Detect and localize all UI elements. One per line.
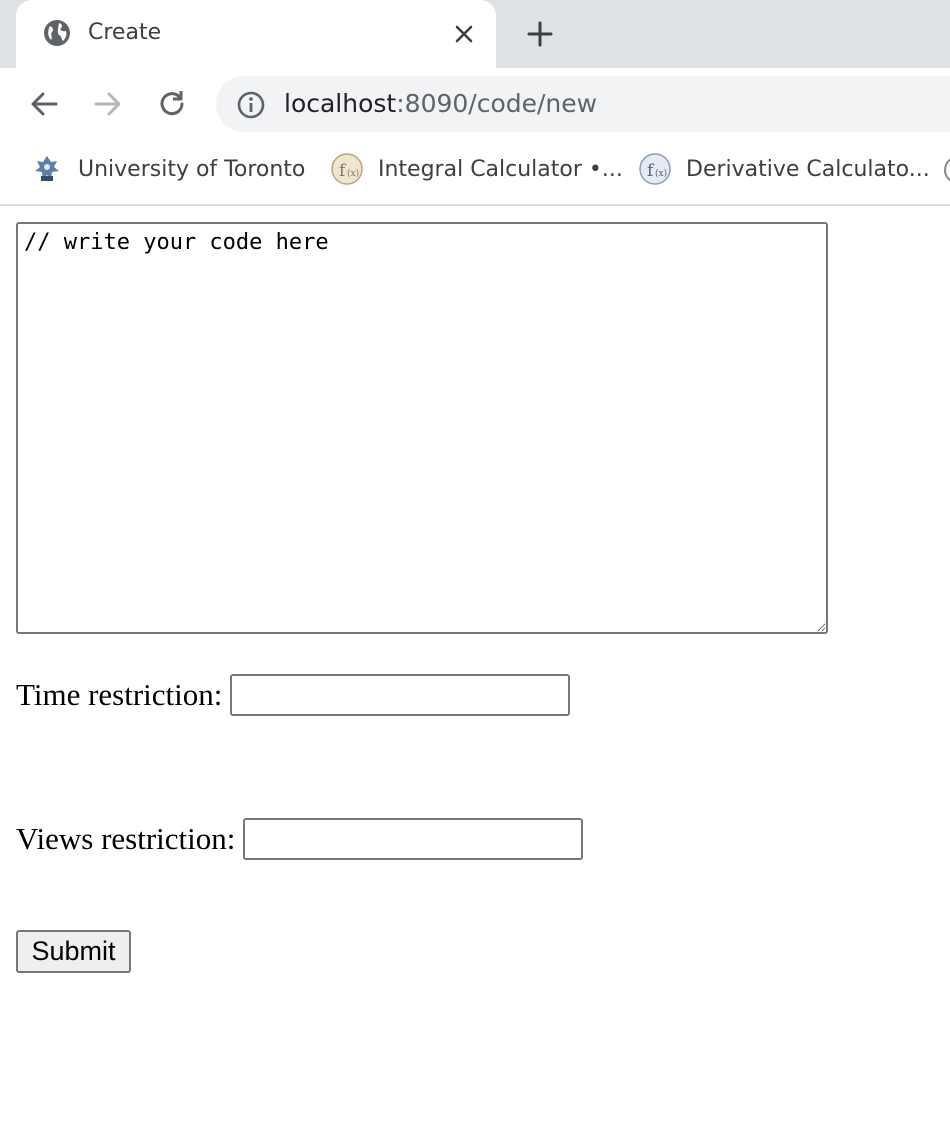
submit-button[interactable]: Submit (16, 930, 131, 973)
tab-title: Create (88, 20, 162, 45)
bookmark-university-of-toronto[interactable]: University of Toronto (30, 152, 305, 186)
reload-icon[interactable] (154, 86, 190, 122)
time-restriction-row: Time restriction: (16, 674, 571, 716)
svg-text:(x): (x) (655, 168, 667, 179)
time-restriction-input[interactable] (230, 674, 571, 716)
code-editor-textarea[interactable]: // write your code here (16, 222, 828, 634)
new-tab-icon[interactable] (525, 19, 555, 49)
url-path: :8090/code/new (396, 89, 598, 118)
browser-toolbar: localhost:8090/code/new (0, 68, 950, 140)
close-tab-icon[interactable] (452, 22, 476, 46)
views-restriction-label: Views restriction: (16, 821, 236, 856)
views-restriction-input[interactable] (243, 818, 584, 860)
views-restriction-row: Views restriction: (16, 818, 584, 860)
university-crest-icon (35, 156, 59, 181)
tab-create[interactable]: Create (16, 0, 496, 68)
bookmarks-bar: University of Toronto f (x) Integral Cal… (0, 140, 950, 206)
globe-icon (44, 20, 70, 46)
bookmark-integral-calculator[interactable]: f (x) Integral Calculator •... (330, 152, 623, 186)
url-host: localhost (284, 89, 397, 118)
fx-integral-icon: f (x) (331, 153, 363, 185)
forward-arrow-icon[interactable] (90, 86, 126, 122)
fx-derivative-icon: f (x) (639, 153, 671, 185)
url-text: localhost:8090/code/new (284, 89, 597, 118)
bookmark-label: Integral Calculator •... (378, 156, 623, 182)
site-info-icon[interactable] (236, 90, 266, 120)
time-restriction-label: Time restriction: (16, 677, 223, 712)
address-bar[interactable]: localhost:8090/code/new (216, 76, 950, 132)
svg-text:(x): (x) (347, 168, 359, 179)
tab-strip: Create (0, 0, 950, 68)
bookmark-overflow-icon[interactable] (944, 156, 950, 184)
bookmark-derivative-calculator[interactable]: f (x) Derivative Calculato... (638, 152, 930, 186)
bookmark-label: Derivative Calculato... (686, 156, 930, 182)
bookmark-label: University of Toronto (78, 156, 306, 182)
back-arrow-icon[interactable] (26, 86, 62, 122)
